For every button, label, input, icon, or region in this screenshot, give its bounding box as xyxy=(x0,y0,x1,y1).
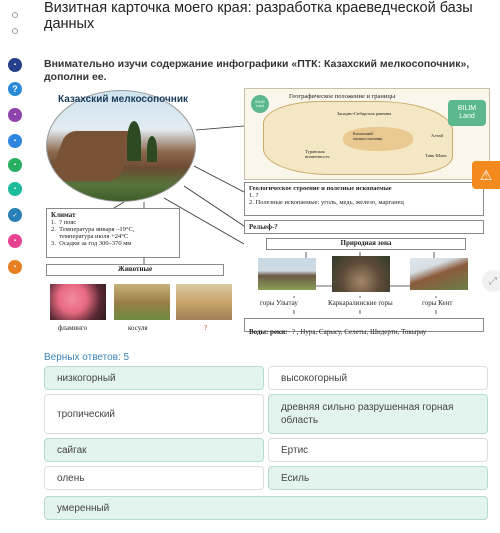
climate-line-3: температура июля +24°С xyxy=(51,233,129,240)
animal-label-flamingo: фламинго xyxy=(58,324,88,332)
animals-box: Животные xyxy=(46,264,224,276)
answer-option-label: древняя сильно разрушенная горная област… xyxy=(281,402,454,426)
mountain-label-kent: горы Кент xyxy=(422,299,453,307)
score-text: Верных ответов: 5 xyxy=(44,352,130,363)
answer-option[interactable]: тропический xyxy=(44,394,264,434)
answer-option[interactable]: Есиль xyxy=(268,466,488,490)
answer-option-label: тропический xyxy=(57,408,116,420)
answer-option-label: олень xyxy=(57,472,85,484)
geology-line-1: 1. ? xyxy=(249,192,259,199)
page: ▪ ? ▪ ▪ ▪ ▪ ✓ ▪ ▪ Визитная карточка моег… xyxy=(0,0,500,533)
animal-label-roe-deer: косуля xyxy=(128,324,148,332)
climate-line-1: 1. ? пояс xyxy=(51,219,77,226)
share-icon[interactable]: ⤢ xyxy=(482,270,500,292)
mountain-photo-kent xyxy=(410,258,468,290)
climate-line-2: 2. Температура января –19°С, xyxy=(51,226,135,233)
mountain-label-box: горы Улытау Каркаралинские горы горы Кен… xyxy=(244,298,484,310)
answer-option-label: высокогорный xyxy=(281,372,348,384)
rail-dot[interactable] xyxy=(12,12,18,18)
task-instruction: Внимательно изучи содержание инфографики… xyxy=(44,58,470,83)
answer-option[interactable]: древняя сильно разрушенная горная област… xyxy=(268,394,488,434)
geology-box: Геологическое строение и полезные ископа… xyxy=(244,182,484,216)
relief-box: Рельеф-? xyxy=(244,220,484,234)
rail-logo-icon[interactable]: ▪ xyxy=(8,58,22,72)
relief-text: Рельеф-? xyxy=(249,223,278,231)
geology-heading: Геологическое строение и полезные ископа… xyxy=(249,185,392,192)
help-icon[interactable]: ? xyxy=(8,82,22,96)
warning-icon[interactable]: ⚠ xyxy=(472,161,500,189)
left-rail: ▪ ? ▪ ▪ ▪ ▪ ✓ ▪ ▪ xyxy=(0,0,30,533)
rail-app-icon[interactable]: ▪ xyxy=(8,260,22,274)
mountain-photo-karkaraly xyxy=(332,256,390,292)
animals-heading: Животные xyxy=(117,265,153,273)
answer-option[interactable]: низкогорный xyxy=(44,366,264,390)
answer-option[interactable]: высокогорный xyxy=(268,366,488,390)
geology-line-2: 2. Полезные ископаемые: уголь, медь, жел… xyxy=(249,199,404,206)
natural-zone-text: Природная зона xyxy=(340,239,392,247)
rail-app-icon[interactable]: ▪ xyxy=(8,158,22,172)
mountain-label-ulytau: горы Улытау xyxy=(260,299,298,307)
infographic: Казахский мелкосопочник Географическое п… xyxy=(44,86,490,344)
mountain-photo-ulytau xyxy=(258,258,316,290)
waters-box: Воды: реки: ? , Нура, Сарысу, Селеты, Ши… xyxy=(244,318,484,336)
answer-option[interactable]: Ертис xyxy=(268,438,488,462)
answer-option-label: умеренный xyxy=(57,502,110,514)
animal-photo-unknown xyxy=(176,284,232,320)
animal-label-unknown: ? xyxy=(204,324,208,332)
page-title: Визитная карточка моего края: разработка… xyxy=(44,0,473,32)
answer-option-label: Есиль xyxy=(281,472,310,484)
answer-option-label: низкогорный xyxy=(57,372,116,384)
animal-photo-roe-deer xyxy=(114,284,170,320)
mountain-label-karkaraly: Каркаралинские горы xyxy=(328,299,393,307)
rail-app-icon[interactable]: ▪ xyxy=(8,182,22,196)
natural-zone-box: Природная зона xyxy=(266,238,466,250)
climate-box: Климат 1. ? пояс 2. Температура января –… xyxy=(46,208,180,258)
rail-app-icon[interactable]: ▪ xyxy=(8,134,22,148)
rail-app-icon[interactable]: ▪ xyxy=(8,234,22,248)
rail-dot[interactable] xyxy=(12,28,18,34)
answer-option[interactable]: олень xyxy=(44,466,264,490)
answer-option[interactable]: умеренный xyxy=(44,496,488,520)
waters-list: ? , Нура, Сарысу, Селеты, Шидерти, Токыр… xyxy=(291,328,427,336)
waters-label: Воды: реки: xyxy=(249,328,288,336)
rail-check-icon[interactable]: ✓ xyxy=(8,208,22,222)
answer-option-label: сайгак xyxy=(57,444,87,456)
climate-line-4: 3. Осадки за год 300–370 мм xyxy=(51,240,132,247)
answer-option[interactable]: сайгак xyxy=(44,438,264,462)
animal-photo-flamingo xyxy=(50,284,106,320)
rail-app-icon[interactable]: ▪ xyxy=(8,108,22,122)
climate-heading: Климат xyxy=(51,211,76,219)
answer-option-label: Ертис xyxy=(281,444,309,456)
